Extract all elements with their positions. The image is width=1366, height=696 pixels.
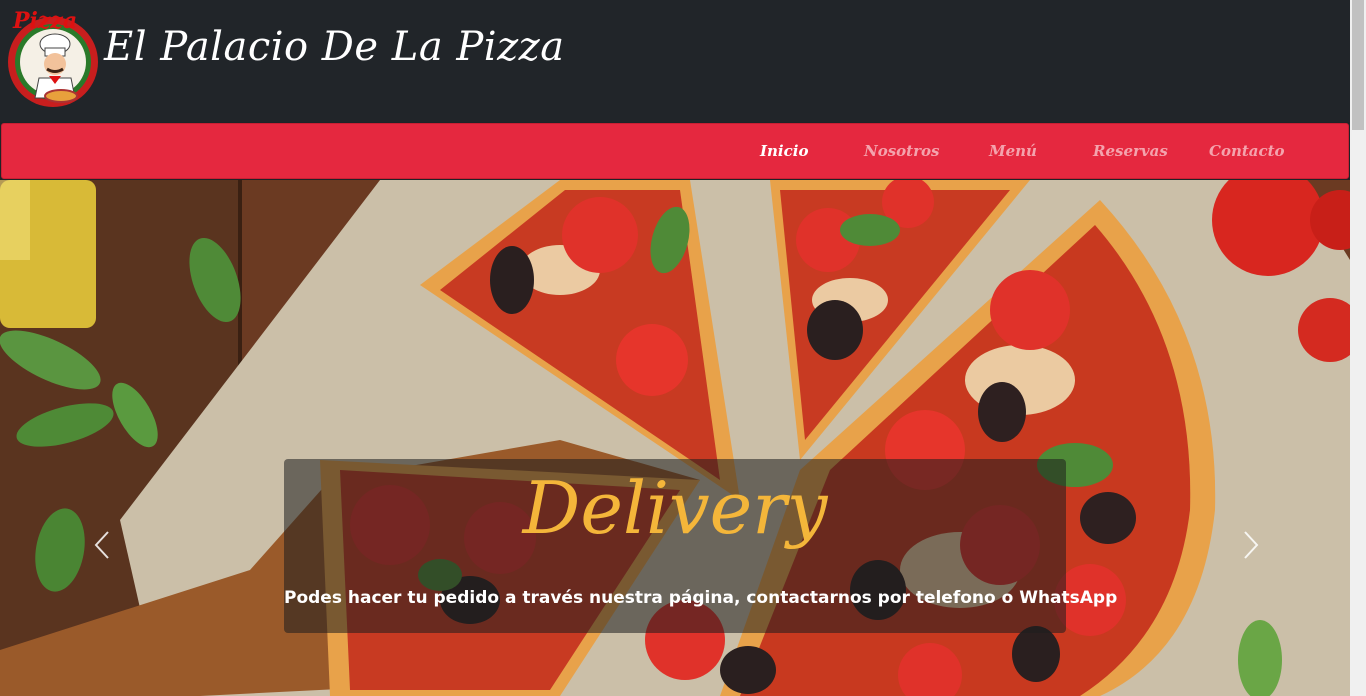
nav-item-contacto[interactable]: Contacto	[1209, 142, 1285, 160]
pizza-logo[interactable]: Pizza	[5, 6, 101, 110]
nav-item-inicio[interactable]: Inicio	[760, 142, 808, 160]
carousel-caption-title: Delivery	[522, 466, 828, 550]
nav-item-reservas[interactable]: Reservas	[1093, 142, 1168, 160]
logo-text: Pizza	[12, 8, 77, 34]
chevron-right-icon	[1244, 531, 1259, 559]
site-title[interactable]: El Palacio De La Pizza	[104, 22, 565, 72]
hero-carousel: Delivery Podes hacer tu pedido a través …	[0, 180, 1350, 696]
chevron-left-icon	[94, 531, 109, 559]
page-scrollbar[interactable]	[1350, 0, 1366, 696]
nav-item-nosotros[interactable]: Nosotros	[864, 142, 939, 160]
main-navbar: Inicio Nosotros Menú Reservas Contacto	[1, 123, 1349, 179]
carousel-prev-button[interactable]	[88, 530, 118, 560]
carousel-caption-text: Podes hacer tu pedido a través nuestra p…	[284, 588, 1118, 608]
site-header: Pizza El Palacio De La Pizza	[0, 0, 1350, 122]
scrollbar-thumb[interactable]	[1352, 0, 1364, 130]
carousel-next-button[interactable]	[1235, 530, 1265, 560]
nav-item-menu[interactable]: Menú	[989, 142, 1037, 160]
